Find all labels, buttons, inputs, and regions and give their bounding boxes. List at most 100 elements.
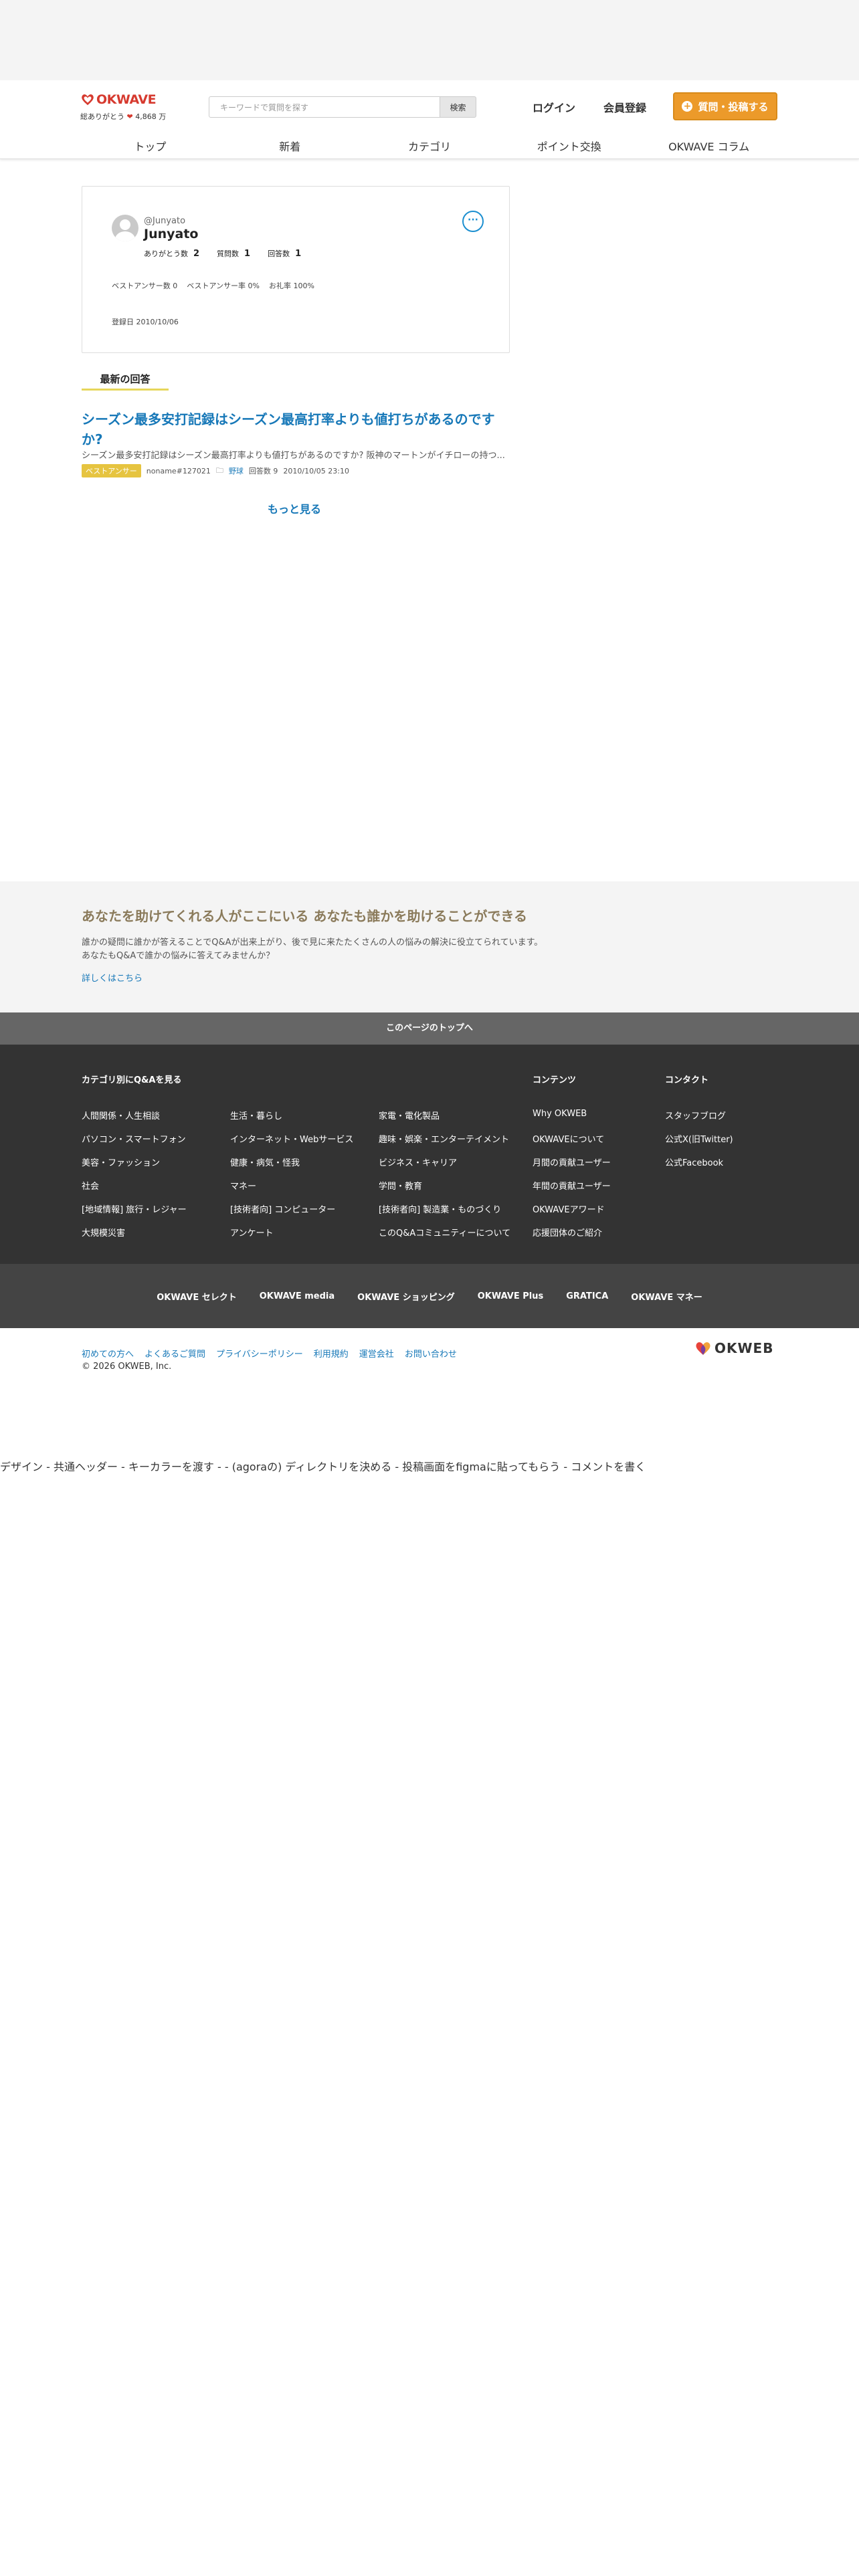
user-rates: ベストアンサー数 0 ベストアンサー率 0% お礼率 100% [112,280,314,291]
footer-services: OKWAVE セレクト OKWAVE media OKWAVE ショッピング O… [0,1264,859,1328]
more-options-icon[interactable]: ··· [462,211,484,232]
page-caption: デザイン - 共通ヘッダー - キーカラーを渡す - - (agoraの) ディ… [0,1461,646,1473]
footer-contact-title: コンタクト [665,1075,709,1085]
footer-bottom-link[interactable]: 運営会社 [359,1347,394,1360]
stat-thanks-value: 2 [193,249,200,259]
footer-cat-link[interactable]: 趣味・娯楽・エンターテイメント [379,1132,509,1145]
folder-icon: 🗀 [215,465,223,475]
footer-cat-link[interactable]: パソコン・スマートフォン [82,1132,186,1145]
help-text-line-2: あなたもQ&Aで誰かの悩みに答えてみませんか？ [82,951,275,961]
help-text-line-1: 誰かの疑問に誰かが答えることでQ&Aが出来上がり、後で見に来たたくさんの人の悩み… [82,938,543,948]
footer-content-link[interactable]: Why OKWEB [533,1109,587,1119]
footer-content-link[interactable]: 応援団体のご紹介 [533,1226,602,1239]
service-link[interactable]: OKWAVE ショッピング [357,1290,455,1303]
best-answer-count: ベストアンサー数 0 [112,282,178,290]
footer-cat-link[interactable]: ビジネス・キャリア [379,1156,457,1168]
nav-item-column[interactable]: OKWAVE コラム [639,134,779,156]
thanks-rate: お礼率 100% [269,282,314,290]
total-thanks-label: 総ありがとう [80,112,124,121]
okweb-logo-text: OKWEB [714,1340,774,1356]
user-handle: @Junyato [144,216,186,226]
footer-bottom-link[interactable]: プライバシーポリシー [216,1347,303,1360]
footer-cat-link[interactable]: 美容・ファッション [82,1156,160,1168]
nav-item-top[interactable]: トップ [80,134,220,156]
footer-cat-link[interactable]: 社会 [82,1179,99,1192]
best-answer-rate: ベストアンサー率 0% [187,282,260,290]
post-question-button[interactable]: + 質問・投稿する [673,92,777,120]
footer-content-link[interactable]: 月間の貢献ユーザー [533,1156,611,1168]
help-title: あなたを助けてくれる人がここにいる あなたも誰かを助けることができる [82,908,527,924]
show-more-link[interactable]: もっと見る [268,500,321,516]
copyright: © 2026 OKWEB, Inc. [82,1362,172,1372]
footer-content-link[interactable]: 年間の貢献ユーザー [533,1179,611,1192]
service-link[interactable]: OKWAVE media [260,1291,335,1301]
footer-bottom-link[interactable]: よくあるご質問 [145,1347,205,1360]
footer-cat-link[interactable]: インターネット・Webサービス [230,1132,353,1145]
stat-thanks: ありがとう数 2 [144,248,199,259]
stat-answers-value: 1 [295,249,302,259]
avatar [112,215,138,241]
service-link[interactable]: GRATICA [566,1291,608,1301]
footer-bottom-link[interactable]: お問い合わせ [405,1347,457,1360]
footer-cat-link[interactable]: [技術者向] コンピューター [230,1202,335,1215]
logo-text: OKWAVE [96,92,157,107]
stat-thanks-label: ありがとう数 [144,249,188,258]
footer-categories-title: カテゴリ別にQ&Aを見る [82,1075,182,1085]
footer-contact-link[interactable]: 公式X(旧Twitter) [665,1132,733,1145]
footer-cat-link[interactable]: 人間関係・人生相談 [82,1109,160,1121]
stat-questions: 質問数 1 [217,248,250,259]
stat-answers-label: 回答数 [268,249,290,258]
answer-title-link[interactable]: シーズン最多安打記録はシーズン最高打率よりも値打ちがあるのですか? [82,409,510,449]
footer-cat-link[interactable]: 学問・教育 [379,1179,422,1192]
nav-item-points[interactable]: ポイント交換 [499,134,639,156]
latest-answers-heading: 最新の回答 [82,372,169,391]
login-link[interactable]: ログイン [533,99,575,115]
footer-cat-link[interactable]: [地域情報] 旅行・レジャー [82,1202,187,1215]
footer-cat-link[interactable]: 生活・暮らし [230,1109,282,1121]
service-link[interactable]: OKWAVE セレクト [157,1290,237,1303]
top-banner-area [0,0,859,80]
answer-meta: ベストアンサー noname#127021 🗀 野球 回答数 9 2010/10… [82,464,349,477]
nav-item-category[interactable]: カテゴリ [360,134,500,156]
back-to-top-button[interactable]: このページのトップへ [0,1012,859,1045]
footer-bottom-link[interactable]: 初めての方へ [82,1347,134,1360]
search-input[interactable]: キーワードで質問を探す [209,96,440,118]
footer-contact-link[interactable]: スタッフブログ [665,1109,726,1121]
stat-questions-label: 質問数 [217,249,240,258]
register-link[interactable]: 会員登録 [603,99,646,115]
user-name: Junyato [144,227,199,241]
total-thanks: 総ありがとう ❤ 4,868 万 [80,111,166,122]
service-link[interactable]: OKWAVE マネー [631,1290,702,1303]
okwave-logo[interactable]: OKWAVE [80,91,174,108]
footer-cat-link[interactable]: このQ&Aコミュニティーについて [379,1226,510,1239]
stat-questions-value: 1 [244,249,251,259]
best-answer-badge: ベストアンサー [82,464,141,477]
footer-cat-link[interactable]: [技術者向] 製造業・ものづくり [379,1202,501,1215]
footer-contents-title: コンテンツ [533,1075,577,1085]
help-details-link[interactable]: 詳しくはこちら [82,971,142,984]
okweb-heart-icon [696,1342,710,1355]
profile-card: @Junyato Junyato ··· ありがとう数 2 質問数 1 回答数 1 ベ… [82,186,510,353]
plus-icon: + [682,101,693,112]
site-header: OKWAVE 総ありがとう ❤ 4,868 万 キーワードで質問を探す 検索 ロ… [0,80,859,159]
footer-cat-link[interactable]: 家電・電化製品 [379,1109,440,1121]
main-nav: トップ 新着 カテゴリ ポイント交換 OKWAVE コラム [80,134,779,156]
footer-cat-link[interactable]: 大規模災害 [82,1226,125,1239]
footer-cat-link[interactable]: マネー [230,1179,256,1192]
service-link[interactable]: OKWAVE Plus [478,1291,544,1301]
footer-bottom-links: 初めての方へ よくあるご質問 プライバシーポリシー 利用規約 運営会社 お問い合… [82,1347,457,1360]
search-button[interactable]: 検索 [440,96,476,118]
footer-content-link[interactable]: OKWAVEについて [533,1132,604,1145]
nav-item-new[interactable]: 新着 [220,134,360,156]
footer-content-link[interactable]: OKWAVEアワード [533,1202,605,1215]
footer-bottom-link[interactable]: 利用規約 [314,1347,349,1360]
answer-category-link[interactable]: 野球 [229,465,244,476]
footer-links: カテゴリ別にQ&Aを見る 人間関係・人生相談 パソコン・スマートフォン 美容・フ… [0,1045,859,1264]
joined-date: 登録日 2010/10/06 [112,318,179,326]
heart-logo-icon [82,94,94,106]
okweb-logo[interactable]: OKWEB [694,1340,773,1356]
footer-contact-link[interactable]: 公式Facebook [665,1156,723,1168]
footer-cat-link[interactable]: アンケート [230,1226,273,1239]
search-placeholder: キーワードで質問を探す [220,102,309,112]
footer-cat-link[interactable]: 健康・病気・怪我 [230,1156,300,1168]
